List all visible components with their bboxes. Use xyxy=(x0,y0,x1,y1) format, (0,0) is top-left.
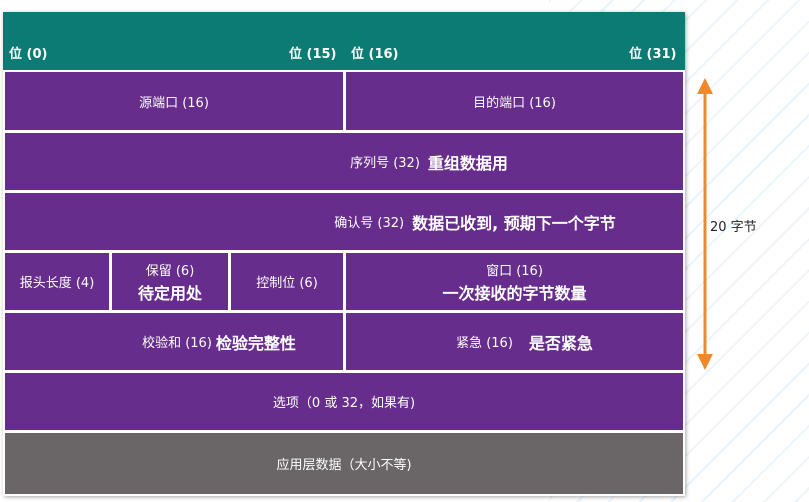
sequence-number-field: 序列号 (32) 重组数据用 xyxy=(5,133,683,190)
checksum-note: 检验完整性 xyxy=(215,333,296,353)
application-data-field: 应用层数据（大小不等) xyxy=(5,433,683,494)
sequence-number-note: 重组数据用 xyxy=(427,153,508,173)
bit-header: 位 (0) 位 (15) 位 (16) 位 (31) xyxy=(3,12,685,70)
header-size-label: 20 字节 xyxy=(710,220,757,235)
reserved-label: 保留 (6) xyxy=(145,263,195,279)
tcp-segment-diagram: 位 (0) 位 (15) 位 (16) 位 (31) 源端口 (16) 目的端口… xyxy=(3,12,685,496)
checksum-field: 校验和 (16) 检验完整性 xyxy=(5,313,343,370)
urgent-note: 是否紧急 xyxy=(528,333,593,353)
ack-number-label: 确认号 (32) xyxy=(334,216,405,231)
options-field: 选项（0 或 32，如果有) xyxy=(5,373,683,430)
header-length-label: 报头长度 (4) xyxy=(19,276,95,291)
ack-number-field: 确认号 (32) 数据已收到, 预期下一个字节 xyxy=(5,193,683,250)
source-port-label: 源端口 (16) xyxy=(139,95,209,111)
urgent-label: 紧急 (16) xyxy=(456,336,513,351)
window-field: 窗口 (16) 一次接收的字节数量 xyxy=(346,253,683,310)
reserved-note: 待定用处 xyxy=(137,283,202,303)
options-label: 选项（0 或 32，如果有) xyxy=(272,396,416,411)
application-data-label: 应用层数据（大小不等) xyxy=(276,458,412,473)
reserved-field: 保留 (6) 待定用处 xyxy=(112,253,228,310)
bit-15-label: 位 (15) xyxy=(289,47,337,62)
checksum-label: 校验和 (16) xyxy=(142,336,212,351)
source-port-field: 源端口 (16) xyxy=(5,72,343,130)
urgent-field: 紧急 (16) 是否紧急 xyxy=(346,313,683,370)
window-label: 窗口 (16) xyxy=(486,263,543,279)
bit-31-label: 位 (31) xyxy=(629,47,677,62)
bit-16-label: 位 (16) xyxy=(351,47,399,62)
ack-number-note: 数据已收到, 预期下一个字节 xyxy=(412,213,616,233)
bit-0-label: 位 (0) xyxy=(9,47,48,62)
sequence-number-label: 序列号 (32) xyxy=(350,156,420,171)
dest-port-field: 目的端口 (16) xyxy=(346,72,683,130)
control-bits-field: 控制位 (6) xyxy=(231,253,343,310)
dest-port-label: 目的端口 (16) xyxy=(473,95,556,111)
header-length-field: 报头长度 (4) xyxy=(5,253,109,310)
control-bits-label: 控制位 (6) xyxy=(256,276,318,291)
window-note: 一次接收的字节数量 xyxy=(442,283,587,303)
